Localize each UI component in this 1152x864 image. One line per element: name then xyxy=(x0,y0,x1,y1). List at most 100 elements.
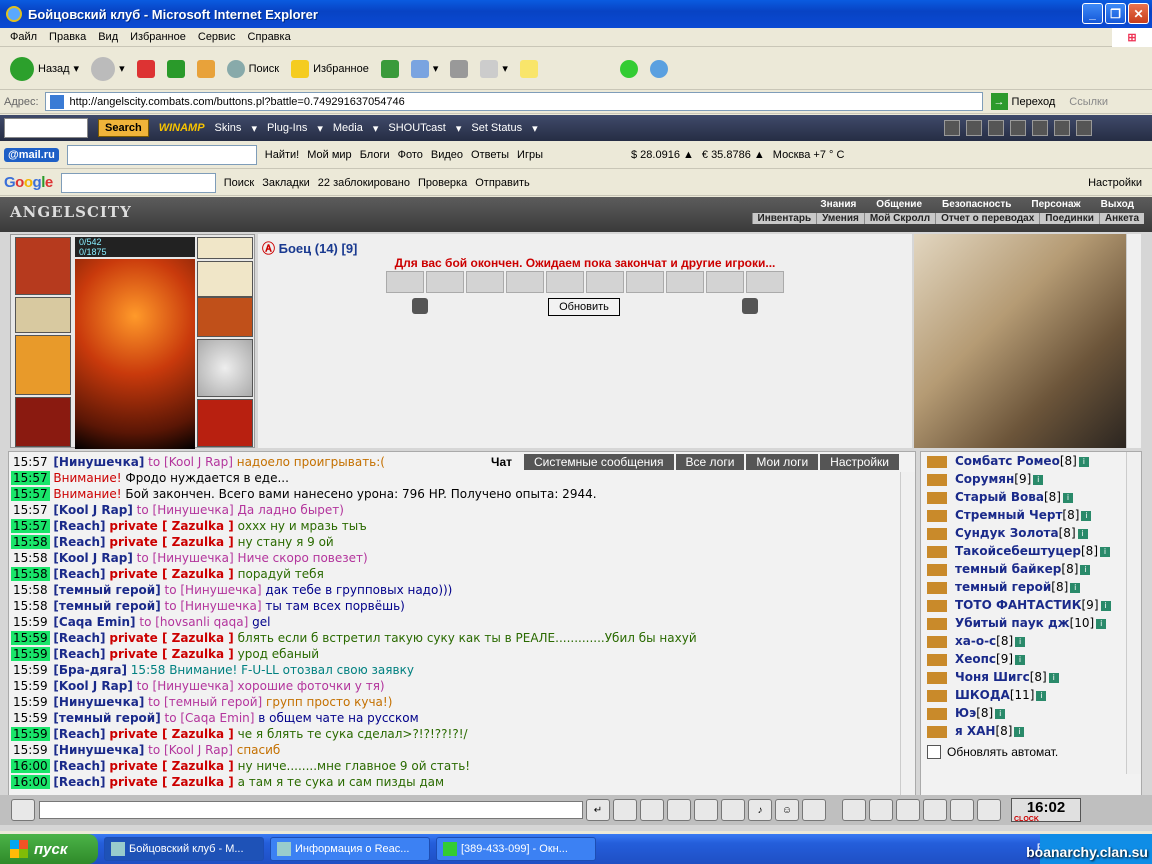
info-icon[interactable]: i xyxy=(1077,528,1088,539)
chat-recipient[interactable]: to [Нинушечка] xyxy=(137,503,234,517)
mailru-logo[interactable]: @mail.ru xyxy=(4,148,59,162)
scroll-slot[interactable] xyxy=(706,271,744,293)
tab-my-logs[interactable]: Мои логи xyxy=(746,454,819,470)
user-list-item[interactable]: я ХАН[8] i xyxy=(921,722,1141,740)
nav-communication[interactable]: Общение xyxy=(866,199,932,210)
mail-icon[interactable] xyxy=(923,799,947,821)
google-spellcheck-button[interactable]: Проверка xyxy=(418,177,467,189)
user-name[interactable]: ха-о-с xyxy=(955,634,996,648)
user-name[interactable]: темный герой xyxy=(955,580,1051,594)
user-list-item[interactable]: Такойсебештуцер[8] i xyxy=(921,542,1141,560)
refresh-battle-button[interactable]: Обновить xyxy=(548,298,620,316)
favorites-button[interactable]: Избранное xyxy=(287,58,373,80)
chat-nick[interactable]: [Бра-дяга] xyxy=(53,663,127,677)
private-message-icon[interactable] xyxy=(927,599,947,612)
send-icon[interactable]: ↵ xyxy=(586,799,610,821)
chat-nick[interactable]: [темный герой] xyxy=(53,599,160,613)
info-icon[interactable]: i xyxy=(1036,690,1047,701)
right-scrollbar[interactable] xyxy=(1126,234,1141,448)
private-message-icon[interactable] xyxy=(927,545,947,558)
tab-system-messages[interactable]: Системные сообщения xyxy=(524,454,674,470)
scroll-slot[interactable] xyxy=(666,271,704,293)
google-popup-blocker[interactable]: 22 заблокировано xyxy=(318,177,410,189)
stop-button[interactable] xyxy=(133,58,159,80)
private-message-icon[interactable] xyxy=(927,635,947,648)
winamp-stop-icon[interactable] xyxy=(1010,120,1026,136)
chat-private-recipient[interactable]: private [ Zazulka ] xyxy=(109,567,233,581)
info-icon[interactable]: i xyxy=(1081,510,1092,521)
nav-battles[interactable]: Поединки xyxy=(1039,213,1099,224)
chat-recipient[interactable]: to [Нинушечка] xyxy=(165,599,262,613)
mailru-link-video[interactable]: Видео xyxy=(431,149,463,161)
chat-private-recipient[interactable]: private [ Zazulka ] xyxy=(109,727,233,741)
save-icon[interactable] xyxy=(667,799,691,821)
chat-recipient[interactable]: to [Нинушечка] xyxy=(137,679,234,693)
menu-file[interactable]: Файл xyxy=(4,31,43,43)
private-message-icon[interactable] xyxy=(927,509,947,522)
search-button[interactable]: Поиск xyxy=(223,58,283,80)
chat-recipient[interactable]: to [Нинушечка] xyxy=(137,551,234,565)
private-message-icon[interactable] xyxy=(927,617,947,630)
google-search-button[interactable]: Поиск xyxy=(224,177,254,189)
eraser-icon[interactable] xyxy=(613,799,637,821)
chat-recipient[interactable]: to [темный герой] xyxy=(148,695,262,709)
nav-transfer-report[interactable]: Отчет о переводах xyxy=(935,213,1039,224)
user-name[interactable]: Сундук Золота xyxy=(955,526,1059,540)
print-button[interactable] xyxy=(446,58,472,80)
chat-input[interactable] xyxy=(39,801,583,819)
tab-all-logs[interactable]: Все логи xyxy=(675,454,745,470)
menu-tools[interactable]: Сервис xyxy=(192,31,242,43)
walk-icon[interactable] xyxy=(694,799,718,821)
winamp-skins-menu[interactable]: Skins xyxy=(215,122,242,134)
chat-nick[interactable]: [темный герой] xyxy=(53,583,160,597)
friends-icon[interactable] xyxy=(896,799,920,821)
winamp-status-menu[interactable]: Set Status xyxy=(471,122,522,134)
chat-nick[interactable]: [Reach] xyxy=(53,727,105,741)
private-message-icon[interactable] xyxy=(927,671,947,684)
forward-button[interactable]: ▾ xyxy=(87,55,129,83)
user-list-item[interactable]: Сомбатс Ромео[8] i xyxy=(921,452,1141,470)
private-message-icon[interactable] xyxy=(927,581,947,594)
nav-profile[interactable]: Анкета xyxy=(1098,213,1144,224)
menu-favorites[interactable]: Избранное xyxy=(124,31,192,43)
messenger-button[interactable] xyxy=(646,58,672,80)
menu-edit[interactable]: Правка xyxy=(43,31,92,43)
user-list-item[interactable]: темный герой[8] i xyxy=(921,578,1141,596)
user-name[interactable]: Такойсебештуцер xyxy=(955,544,1081,558)
user-name[interactable]: Стремный Черт xyxy=(955,508,1062,522)
refresh-button[interactable] xyxy=(163,58,189,80)
scroll-slot[interactable] xyxy=(426,271,464,293)
users-scrollbar[interactable] xyxy=(1126,452,1141,774)
mailru-link-games[interactable]: Игры xyxy=(517,149,543,161)
chat-recipient[interactable]: to [Kool J Rap] xyxy=(148,455,233,469)
back-button[interactable]: Назад ▾ xyxy=(6,55,83,83)
user-name[interactable]: ТОТО ФАНТАСТИК xyxy=(955,598,1082,612)
edit-button[interactable]: ▾ xyxy=(476,58,512,80)
chat-private-recipient[interactable]: private [ Zazulka ] xyxy=(109,759,233,773)
info-icon[interactable]: i xyxy=(1015,636,1026,647)
auto-update-checkbox[interactable] xyxy=(927,745,941,759)
info-icon[interactable]: i xyxy=(1014,726,1025,737)
winamp-volume-icon[interactable] xyxy=(1054,120,1070,136)
helmet-slot[interactable] xyxy=(15,237,71,295)
task-info-reach[interactable]: Информация о Reac... xyxy=(270,837,430,861)
chat-recipient[interactable]: to [Caqa Emin] xyxy=(165,711,255,725)
info-icon[interactable]: i xyxy=(1062,492,1073,503)
user-name[interactable]: Убитый паук дж xyxy=(955,616,1070,630)
minimize-button[interactable]: _ xyxy=(1082,3,1103,24)
notes-button[interactable] xyxy=(516,58,542,80)
close-button[interactable]: ✕ xyxy=(1128,3,1149,24)
weapon-slot[interactable] xyxy=(15,335,71,395)
nav-skills[interactable]: Умения xyxy=(816,213,864,224)
user-name[interactable]: Старый Вова xyxy=(955,490,1044,504)
address-input[interactable]: http://angelscity.combats.com/buttons.pl… xyxy=(44,92,983,111)
user-list-item[interactable]: Чоня Шигс[8] i xyxy=(921,668,1141,686)
links-button[interactable]: Ссылки xyxy=(1069,96,1108,108)
music-icon[interactable]: ♪ xyxy=(748,799,772,821)
scroll-slot[interactable] xyxy=(506,271,544,293)
private-message-icon[interactable] xyxy=(927,455,947,468)
chat-recipient[interactable]: to [Нинушечка] xyxy=(165,583,262,597)
chat-nick[interactable]: [Kool J Rap] xyxy=(53,503,132,517)
chat-nick[interactable]: [Caqa Emin] xyxy=(53,615,135,629)
nav-my-scroll[interactable]: Мой Скролл xyxy=(863,213,935,224)
